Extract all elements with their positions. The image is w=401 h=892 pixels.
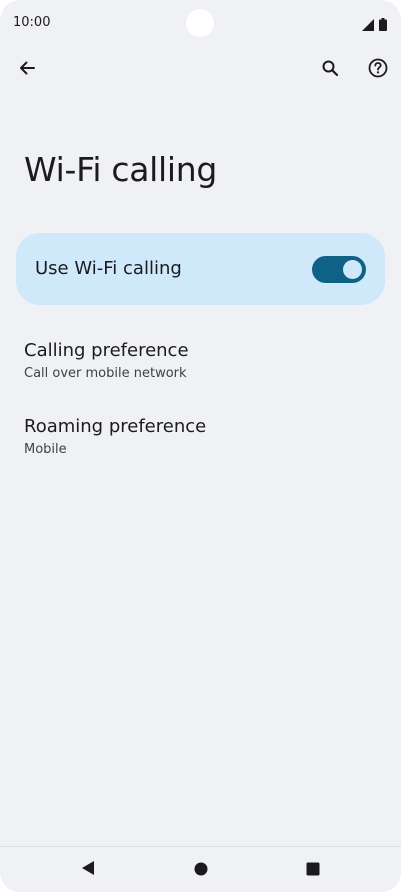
toolbar — [0, 48, 401, 92]
calling-preference-title: Calling preference — [24, 340, 189, 361]
wifi-calling-toggle[interactable] — [312, 256, 366, 283]
help-icon — [368, 58, 388, 82]
battery-icon — [379, 16, 387, 35]
phone-screen: 10:00 Wi-Fi calling Use Wi-Fi calling Ca… — [0, 0, 401, 892]
search-button[interactable] — [312, 52, 348, 88]
nav-home-button[interactable] — [188, 857, 214, 883]
help-button[interactable] — [360, 52, 396, 88]
calling-preference-item[interactable]: Calling preference Call over mobile netw… — [0, 340, 401, 404]
back-arrow-icon — [18, 59, 36, 81]
roaming-preference-item[interactable]: Roaming preference Mobile — [0, 416, 401, 480]
search-icon — [321, 59, 339, 81]
back-button[interactable] — [9, 52, 45, 88]
page-title: Wi-Fi calling — [24, 150, 218, 189]
camera-cutout — [186, 9, 214, 37]
nav-home-icon — [194, 861, 208, 880]
nav-back-icon — [80, 860, 96, 880]
nav-recents-button[interactable] — [300, 857, 326, 883]
use-wifi-calling-label: Use Wi-Fi calling — [35, 258, 182, 279]
roaming-preference-summary: Mobile — [24, 442, 67, 457]
use-wifi-calling-switch-bar[interactable]: Use Wi-Fi calling — [16, 233, 385, 305]
navigation-bar — [0, 846, 401, 892]
roaming-preference-title: Roaming preference — [24, 416, 207, 437]
status-bar: 10:00 — [0, 0, 401, 48]
status-time: 10:00 — [13, 15, 51, 30]
toggle-thumb — [343, 260, 362, 279]
nav-back-button[interactable] — [75, 857, 101, 883]
signal-icon — [362, 16, 374, 35]
calling-preference-summary: Call over mobile network — [24, 366, 187, 381]
nav-recents-icon — [306, 861, 320, 880]
status-icons — [362, 16, 387, 35]
